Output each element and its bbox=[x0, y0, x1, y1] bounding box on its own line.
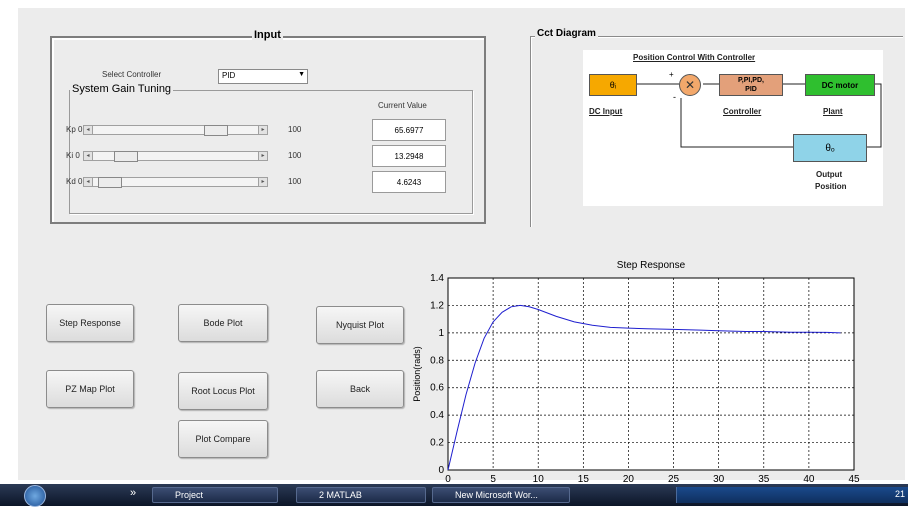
kd-slider[interactable]: ◂ ▸ bbox=[83, 177, 268, 188]
ki-slider-thumb[interactable] bbox=[114, 151, 138, 162]
controller-block: P,PI,PD, PID bbox=[719, 74, 783, 96]
taskbar-item-matlab[interactable]: 2 MATLAB bbox=[296, 487, 426, 503]
controller-block-line2: PID bbox=[745, 86, 757, 93]
kp-value-field[interactable]: 65.6977 bbox=[372, 119, 446, 141]
output-label-line2: Position bbox=[815, 182, 847, 191]
gui-window: Input Select Controller PID ▼ System Gai… bbox=[18, 8, 905, 490]
summing-junction-icon: ✕ bbox=[679, 74, 701, 96]
diagram-panel-title: Cct Diagram bbox=[535, 28, 598, 39]
slider-right-arrow-icon[interactable]: ▸ bbox=[258, 152, 267, 160]
slider-right-arrow-icon[interactable]: ▸ bbox=[258, 126, 267, 134]
taskbar-item-project-label: Project bbox=[175, 490, 204, 500]
nyquist-plot-button[interactable]: Nyquist Plot bbox=[316, 306, 404, 344]
ki-label: Ki 0 bbox=[66, 151, 80, 160]
step-response-button[interactable]: Step Response bbox=[46, 304, 134, 342]
ki-max-label: 100 bbox=[288, 151, 302, 160]
kp-label: Kp 0 bbox=[66, 125, 83, 134]
back-button[interactable]: Back bbox=[316, 370, 404, 408]
y-tick-label: 1 bbox=[438, 328, 444, 339]
y-tick-label: 0.2 bbox=[430, 438, 444, 449]
start-button-icon[interactable] bbox=[24, 485, 46, 507]
kp-slider-thumb[interactable] bbox=[204, 125, 228, 136]
system-tray: 21 bbox=[676, 487, 908, 503]
y-tick-label: 1.2 bbox=[430, 300, 444, 311]
input-panel-title: Input bbox=[252, 29, 283, 41]
kd-value-field[interactable]: 4.6243 bbox=[372, 171, 446, 193]
dc-input-label: DC Input bbox=[589, 107, 623, 116]
slider-left-arrow-icon[interactable]: ◂ bbox=[84, 152, 93, 160]
controller-select[interactable]: PID ▼ bbox=[218, 69, 308, 84]
output-block: θₒ bbox=[793, 134, 867, 162]
input-block: θᵢ bbox=[589, 74, 637, 96]
y-tick-label: 0.4 bbox=[430, 410, 444, 421]
input-panel: Input Select Controller PID ▼ System Gai… bbox=[50, 29, 486, 224]
current-value-header: Current Value bbox=[378, 101, 427, 110]
kd-label: Kd 0 bbox=[66, 177, 83, 186]
controller-label: Controller bbox=[723, 107, 762, 116]
slider-left-arrow-icon[interactable]: ◂ bbox=[84, 126, 93, 134]
chart-title: Step Response bbox=[617, 260, 686, 271]
output-label-line1: Output bbox=[816, 170, 843, 179]
chevron-down-icon[interactable]: ▼ bbox=[298, 71, 305, 78]
kp-max-label: 100 bbox=[288, 125, 302, 134]
y-tick-label: 1.4 bbox=[430, 273, 444, 284]
minus-sign: - bbox=[673, 92, 676, 102]
input-symbol: θᵢ bbox=[609, 80, 617, 90]
y-tick-label: 0.8 bbox=[430, 355, 444, 366]
select-controller-label: Select Controller bbox=[102, 70, 162, 79]
root-locus-plot-button[interactable]: Root Locus Plot bbox=[178, 372, 268, 410]
bode-plot-button[interactable]: Bode Plot bbox=[178, 304, 268, 342]
kp-slider[interactable]: ◂ ▸ bbox=[83, 125, 268, 136]
y-axis-label: Position(rads) bbox=[412, 346, 422, 402]
taskbar-item-word-label: New Microsoft Wor... bbox=[455, 490, 538, 500]
taskbar-item-project[interactable]: Project bbox=[152, 487, 278, 503]
taskbar: » Project 2 MATLAB New Microsoft Wor... … bbox=[0, 484, 908, 507]
y-tick-label: 0 bbox=[438, 465, 444, 476]
ki-slider[interactable]: ◂ ▸ bbox=[83, 151, 268, 162]
ki-value-field[interactable]: 13.2948 bbox=[372, 145, 446, 167]
output-symbol: θₒ bbox=[825, 142, 835, 154]
taskbar-item-word[interactable]: New Microsoft Wor... bbox=[432, 487, 570, 503]
kd-max-label: 100 bbox=[288, 177, 302, 186]
block-diagram: Position Control With Controller θᵢ DC I… bbox=[583, 50, 883, 206]
quick-launch-chevron[interactable]: » bbox=[130, 487, 136, 499]
plant-block-text: DC motor bbox=[821, 80, 859, 90]
plot-compare-button[interactable]: Plot Compare bbox=[178, 420, 268, 458]
pz-map-plot-button[interactable]: PZ Map Plot bbox=[46, 370, 134, 408]
gain-tuning-group: System Gain Tuning Current Value Kp 0 ◂ … bbox=[66, 83, 473, 214]
slider-left-arrow-icon[interactable]: ◂ bbox=[84, 178, 93, 186]
controller-select-value: PID bbox=[222, 71, 236, 80]
plot-area bbox=[447, 277, 855, 471]
gain-tuning-title: System Gain Tuning bbox=[70, 83, 174, 95]
controller-block-line1: P,PI,PD, bbox=[738, 77, 764, 84]
kd-slider-thumb[interactable] bbox=[98, 177, 122, 188]
tray-clock[interactable]: 21 bbox=[895, 489, 905, 499]
plus-sign: + bbox=[669, 70, 674, 79]
plant-block: DC motor bbox=[805, 74, 875, 96]
taskbar-item-matlab-label: 2 MATLAB bbox=[319, 490, 362, 500]
y-tick-label: 0.6 bbox=[430, 383, 444, 394]
plant-label: Plant bbox=[823, 107, 843, 116]
diagram-panel: Cct Diagram Position Control With Contro… bbox=[530, 28, 903, 227]
slider-right-arrow-icon[interactable]: ▸ bbox=[258, 178, 267, 186]
step-response-chart: 0 5 10 15 20 25 30 35 40 4500.20.40.60.811.21.4St… bbox=[412, 260, 860, 490]
